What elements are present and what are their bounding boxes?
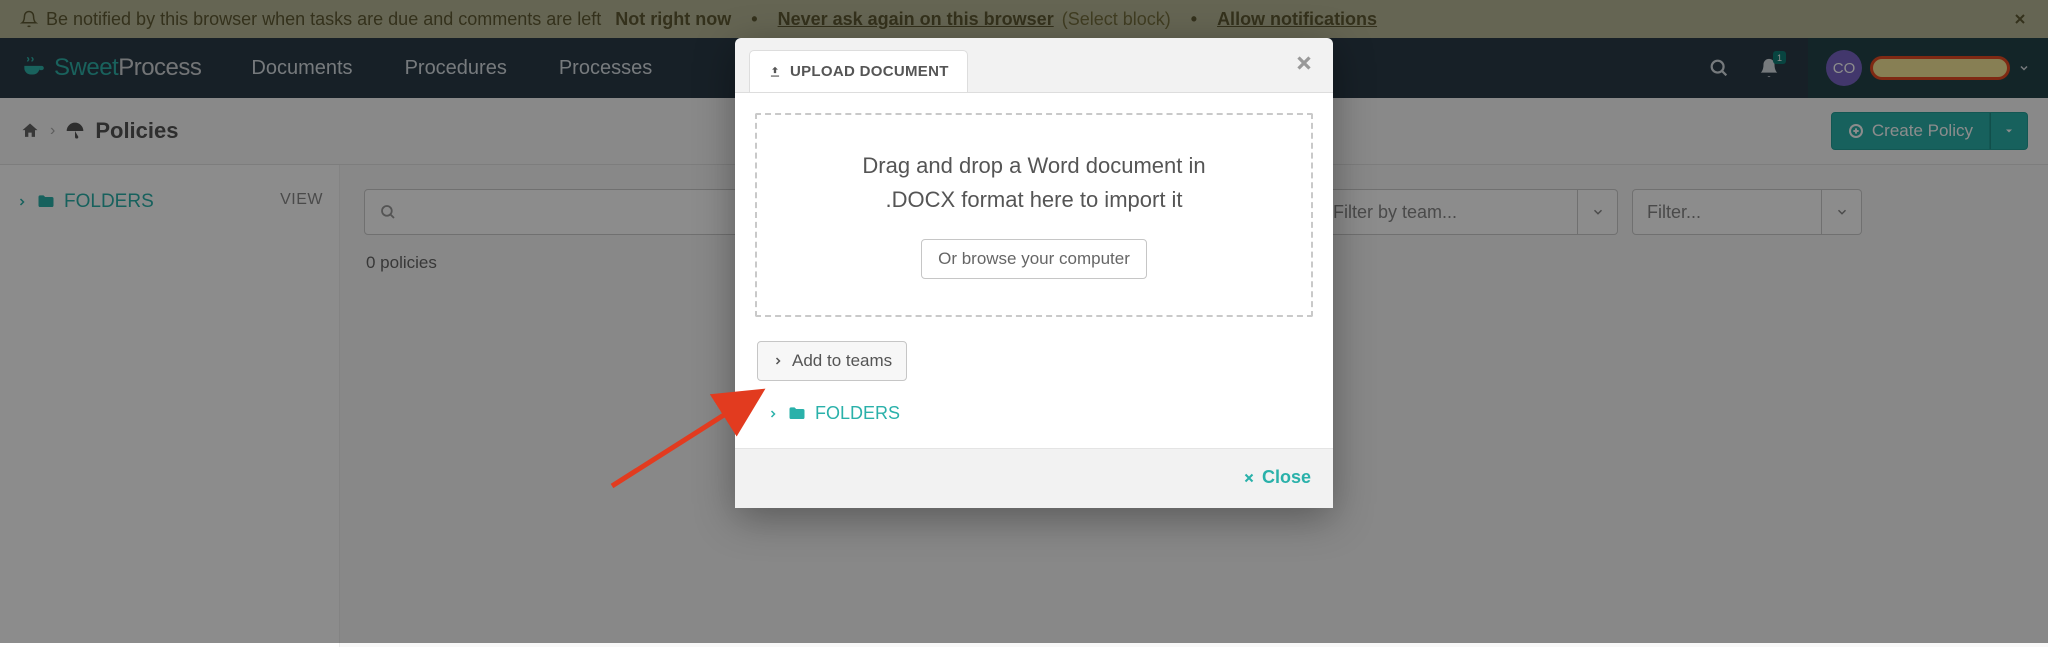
modal-folders-toggle[interactable]: FOLDERS	[767, 403, 1313, 424]
user-name-redacted	[1870, 56, 2010, 80]
umbrella-icon	[65, 121, 85, 141]
modal-close-label: Close	[1262, 467, 1311, 488]
notification-message: Be notified by this browser when tasks a…	[46, 9, 601, 30]
upload-document-modal: UPLOAD DOCUMENT Drag and drop a Word doc…	[735, 38, 1333, 508]
modal-close-icon[interactable]	[1293, 52, 1315, 74]
nav-documents[interactable]: Documents	[251, 57, 352, 80]
bell-icon	[20, 10, 38, 28]
nav-processes[interactable]: Processes	[559, 57, 652, 80]
sidebar: FOLDERS VIEW	[0, 165, 340, 647]
avatar: CO	[1826, 50, 1862, 86]
sidebar-folders-label: FOLDERS	[64, 191, 154, 213]
search-icon[interactable]	[1708, 57, 1730, 79]
modal-folders-label: FOLDERS	[815, 403, 900, 424]
view-label[interactable]: VIEW	[280, 191, 323, 209]
browse-computer-button[interactable]: Or browse your computer	[921, 239, 1147, 279]
dropzone-text-line2: .DOCX format here to import it	[787, 183, 1281, 217]
separator-dot: •	[751, 9, 757, 30]
logo-cup-icon	[20, 55, 46, 81]
upload-document-tab-label: UPLOAD DOCUMENT	[790, 63, 949, 80]
upload-document-tab[interactable]: UPLOAD DOCUMENT	[749, 50, 968, 92]
logo-text-sweet: Sweet	[54, 54, 118, 81]
breadcrumb-separator: ›	[50, 122, 55, 140]
notifications-icon[interactable]: 1	[1758, 57, 1780, 79]
modal-close-link[interactable]: Close	[1242, 467, 1311, 488]
select-block-hint: (Select block)	[1062, 9, 1171, 30]
notification-badge: 1	[1773, 51, 1786, 64]
nav-links: Documents Procedures Processes	[251, 57, 652, 80]
chevron-down-icon	[2018, 62, 2030, 74]
filter-select[interactable]: Filter...	[1632, 189, 1862, 235]
logo[interactable]: SweetProcess	[20, 54, 201, 82]
browser-notification-bar: Be notified by this browser when tasks a…	[0, 0, 2048, 38]
breadcrumb-title: Policies	[95, 118, 178, 144]
nav-procedures[interactable]: Procedures	[405, 57, 507, 80]
dropzone[interactable]: Drag and drop a Word document in .DOCX f…	[755, 113, 1313, 317]
sidebar-folders-toggle[interactable]: FOLDERS	[16, 191, 323, 213]
chevron-down-icon	[1578, 189, 1618, 235]
allow-notifications-link[interactable]: Allow notifications	[1217, 9, 1377, 30]
never-ask-link[interactable]: Never ask again on this browser	[778, 9, 1054, 30]
separator-dot: •	[1191, 9, 1197, 30]
chevron-down-icon	[1822, 189, 1862, 235]
create-policy-button[interactable]: Create Policy	[1831, 112, 1990, 150]
not-right-now-link[interactable]: Not right now	[615, 9, 731, 30]
filter-by-team-placeholder: Filter by team...	[1318, 189, 1578, 235]
add-to-teams-button[interactable]: Add to teams	[757, 341, 907, 381]
home-icon[interactable]	[20, 121, 40, 141]
create-policy-dropdown[interactable]	[1990, 112, 2028, 150]
logo-text-process: Process	[118, 54, 201, 81]
create-policy-label: Create Policy	[1872, 121, 1973, 141]
add-to-teams-label: Add to teams	[792, 351, 892, 371]
filter-placeholder: Filter...	[1632, 189, 1822, 235]
dropzone-text-line1: Drag and drop a Word document in	[787, 149, 1281, 183]
user-menu[interactable]: CO	[1808, 38, 2048, 98]
filter-by-team-select[interactable]: Filter by team...	[1318, 189, 1618, 235]
close-icon[interactable]	[2012, 11, 2028, 27]
